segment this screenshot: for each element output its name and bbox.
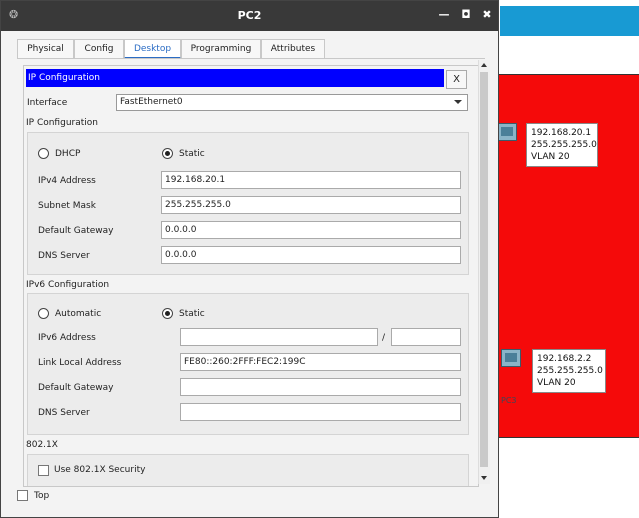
use-8021x-checkbox[interactable] xyxy=(38,465,49,476)
automatic-label: Automatic xyxy=(55,309,102,319)
dot1x-section-title: 802.1X xyxy=(26,440,58,450)
window-title: PC2 xyxy=(237,9,262,22)
pc-mask: 255.255.255.0 xyxy=(537,366,603,376)
ipv6-group: Automatic Static IPv6 Address / Link Loc… xyxy=(27,293,469,435)
pc2-window: ❂ PC2 — ◘ ✖ Physical Config Desktop Prog… xyxy=(0,0,499,518)
ipv4-address-label: IPv4 Address xyxy=(38,176,96,186)
dns-server-label: DNS Server xyxy=(38,251,90,261)
pc-icon[interactable] xyxy=(501,349,521,367)
ipv6-address-input[interactable] xyxy=(180,328,378,346)
pc-ip: 192.168.2.2 xyxy=(537,354,592,364)
dot1x-group: Use 802.1X Security xyxy=(27,454,469,486)
tab-attributes[interactable]: Attributes xyxy=(261,39,325,59)
default-gateway-input[interactable]: 0.0.0.0 xyxy=(161,221,461,239)
subnet-mask-input[interactable]: 255.255.255.0 xyxy=(161,196,461,214)
panel-header: IP Configuration xyxy=(26,69,444,87)
default-gateway-label: Default Gateway xyxy=(38,226,114,236)
pc-icon[interactable] xyxy=(497,123,517,141)
pc-info-box: 192.168.2.2 255.255.255.0 VLAN 20 xyxy=(532,349,606,393)
tab-config[interactable]: Config xyxy=(74,39,124,59)
automatic-radio[interactable] xyxy=(38,308,49,319)
ipv6-dns-input[interactable] xyxy=(180,403,461,421)
static-radio[interactable] xyxy=(162,148,173,159)
interface-value: FastEthernet0 xyxy=(120,97,183,107)
title-bar[interactable]: ❂ PC2 — ◘ ✖ xyxy=(1,1,498,31)
close-button[interactable]: ✖ xyxy=(480,8,494,22)
red-vlan-area: 192.168.20.1 255.255.255.0 VLAN 20 192.1… xyxy=(497,74,639,438)
close-panel-button[interactable]: X xyxy=(446,70,467,89)
use-8021x-label: Use 802.1X Security xyxy=(54,465,146,475)
ip-configuration-panel: IP Configuration X Interface FastEtherne… xyxy=(23,65,479,487)
pc-ip: 192.168.20.1 xyxy=(531,128,592,138)
pc-info-box: 192.168.20.1 255.255.255.0 VLAN 20 xyxy=(526,123,598,167)
scroll-down-icon[interactable] xyxy=(481,476,487,480)
tab-divider xyxy=(17,58,485,59)
dhcp-label: DHCP xyxy=(55,149,81,159)
static-label: Static xyxy=(179,149,205,159)
minimize-button[interactable]: — xyxy=(437,8,451,22)
workspace-toolbar-strip xyxy=(500,6,639,36)
ipv4-group: DHCP Static IPv4 Address 192.168.20.1 Su… xyxy=(27,132,469,275)
dns-server-input[interactable]: 0.0.0.0 xyxy=(161,246,461,264)
subnet-mask-label: Subnet Mask xyxy=(38,201,96,211)
maximize-button[interactable]: ◘ xyxy=(459,8,473,22)
prefix-slash: / xyxy=(382,333,386,343)
tab-programming[interactable]: Programming xyxy=(181,39,261,59)
ipv6-prefix-input[interactable] xyxy=(391,328,461,346)
ipv6-gateway-label: Default Gateway xyxy=(38,383,114,393)
ipv6-dns-label: DNS Server xyxy=(38,408,90,418)
pc-vlan: VLAN 20 xyxy=(537,378,576,388)
ipv6-address-label: IPv6 Address xyxy=(38,333,96,343)
pc-vlan: VLAN 20 xyxy=(531,152,570,162)
scroll-thumb[interactable] xyxy=(480,72,488,467)
ipv4-section-title: IP Configuration xyxy=(26,118,98,128)
pc3-label: PC3 xyxy=(501,396,517,405)
chevron-down-icon xyxy=(454,100,462,104)
tab-desktop[interactable]: Desktop xyxy=(124,39,181,59)
tab-physical[interactable]: Physical xyxy=(17,39,74,59)
static6-radio[interactable] xyxy=(162,308,173,319)
ipv4-address-input[interactable]: 192.168.20.1 xyxy=(161,171,461,189)
top-checkbox[interactable] xyxy=(17,490,28,501)
dhcp-radio[interactable] xyxy=(38,148,49,159)
pc-mask: 255.255.255.0 xyxy=(531,140,597,150)
link-local-label: Link Local Address xyxy=(38,358,122,368)
link-local-input[interactable]: FE80::260:2FFF:FEC2:199C xyxy=(180,353,461,371)
top-label: Top xyxy=(34,491,50,501)
ipv6-section-title: IPv6 Configuration xyxy=(26,280,110,290)
static6-label: Static xyxy=(179,309,205,319)
interface-label: Interface xyxy=(27,98,68,108)
scroll-up-icon[interactable] xyxy=(481,63,487,67)
vertical-scrollbar[interactable] xyxy=(478,60,490,484)
interface-select[interactable]: FastEthernet0 xyxy=(116,94,468,111)
ipv6-gateway-input[interactable] xyxy=(180,378,461,396)
